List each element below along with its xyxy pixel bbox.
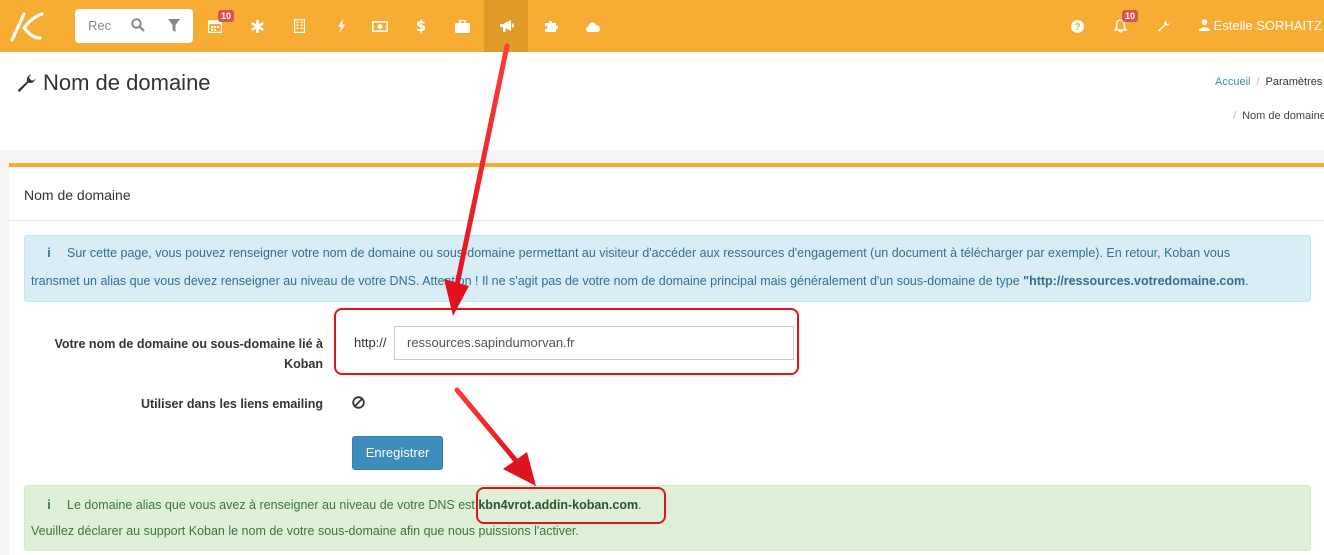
arrow-to-alias — [454, 387, 536, 486]
arrow-to-domain — [444, 43, 510, 316]
annotation-arrows — [444, 43, 536, 486]
